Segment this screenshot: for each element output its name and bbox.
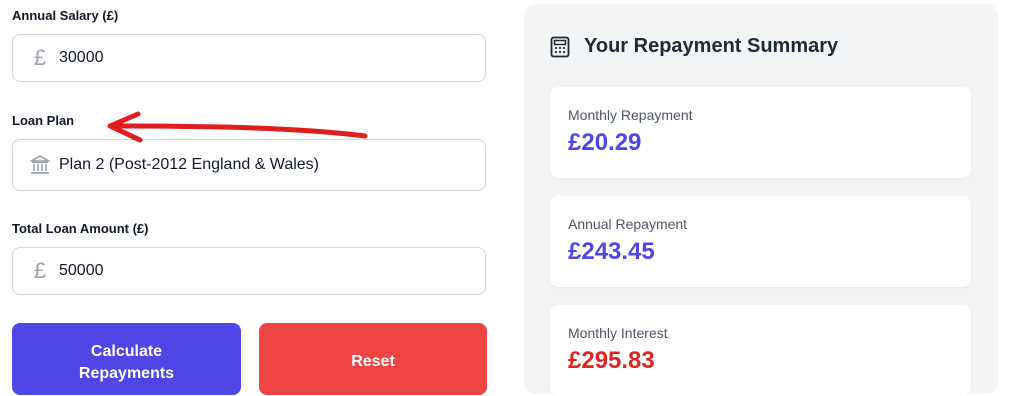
pound-icon: £ <box>33 258 47 283</box>
loan-amount-label: Total Loan Amount (£) <box>12 221 149 236</box>
salary-input[interactable]: £ 30000 <box>12 34 486 82</box>
calculate-button[interactable]: Calculate Repayments <box>12 323 241 395</box>
monthly-repayment-label: Monthly Repayment <box>568 107 693 123</box>
salary-label: Annual Salary (£) <box>12 8 119 23</box>
loan-plan-label: Loan Plan <box>12 113 75 128</box>
repayment-summary-panel: Your Repayment Summary Monthly Repayment… <box>524 4 998 396</box>
monthly-repayment-card: Monthly Repayment £20.29 <box>550 87 971 178</box>
annual-repayment-label: Annual Repayment <box>568 216 688 232</box>
loan-amount-input[interactable]: £ 50000 <box>12 247 486 295</box>
loan-amount-value: 50000 <box>59 262 104 279</box>
reset-button[interactable]: Reset <box>259 323 487 395</box>
annual-repayment-value: £243.45 <box>568 238 655 265</box>
loan-plan-select[interactable]: Plan 2 (Post-2012 England & Wales) <box>12 139 486 191</box>
reset-button-label: Reset <box>351 353 395 370</box>
calculate-button-label-line1: Calculate <box>90 343 163 360</box>
monthly-interest-card: Monthly Interest £295.83 <box>550 305 971 396</box>
calculator-icon <box>550 36 570 57</box>
annual-repayment-card: Annual Repayment £243.45 <box>550 196 971 287</box>
salary-value: 30000 <box>59 49 104 66</box>
calculate-button-label-line2: Repayments <box>78 365 175 382</box>
bank-icon <box>29 154 51 176</box>
summary-title: Your Repayment Summary <box>584 35 839 57</box>
monthly-interest-value: £295.83 <box>568 347 655 374</box>
pound-icon: £ <box>33 45 47 70</box>
monthly-interest-label: Monthly Interest <box>568 325 668 341</box>
loan-plan-value: Plan 2 (Post-2012 England & Wales) <box>59 156 319 173</box>
summary-heading: Your Repayment Summary <box>550 35 838 58</box>
monthly-repayment-value: £20.29 <box>568 129 642 156</box>
